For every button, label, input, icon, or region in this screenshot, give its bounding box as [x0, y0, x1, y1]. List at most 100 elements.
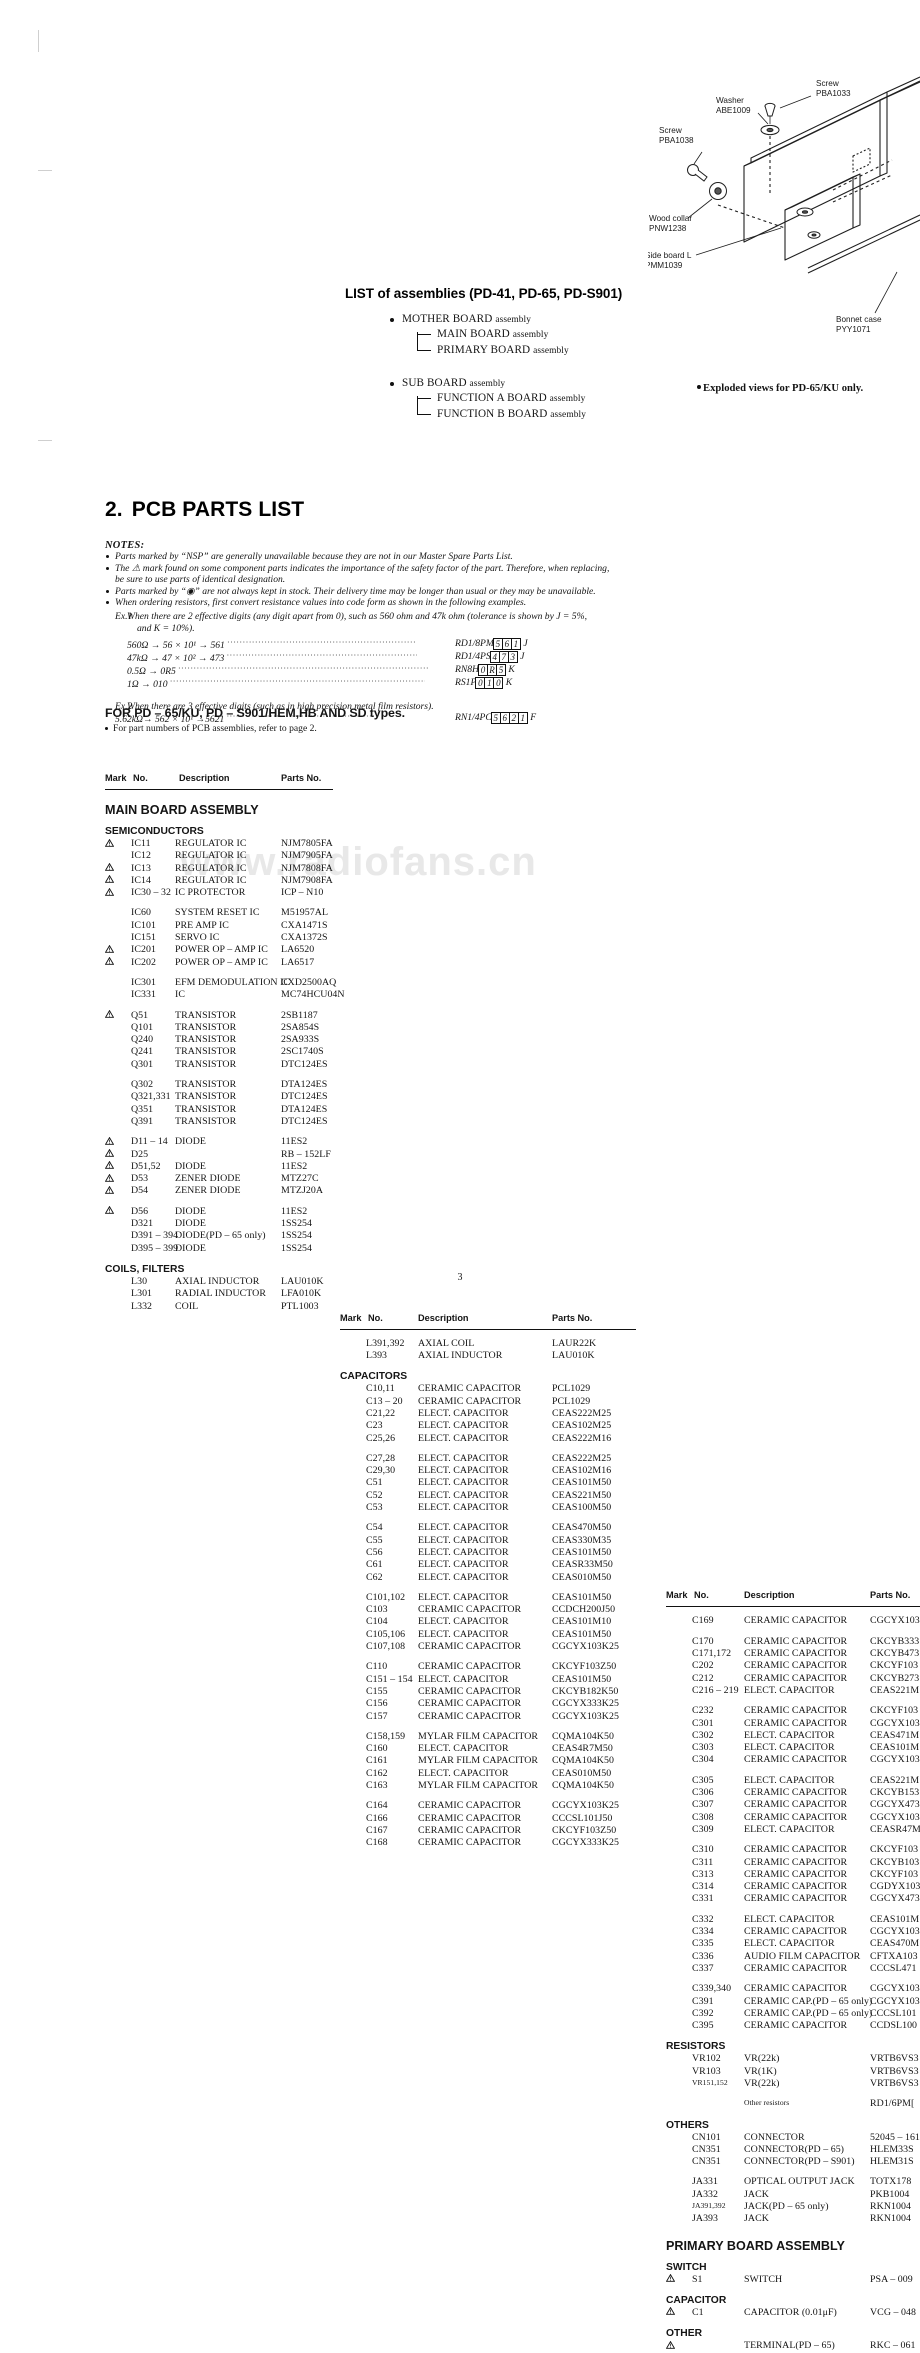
- table-row[interactable]: C303 ELECT. CAPACITOR CEAS101M: [666, 1742, 920, 1754]
- table-row[interactable]: C105,106 ELECT. CAPACITOR CEAS101M50: [340, 1629, 652, 1641]
- table-row[interactable]: IC101 PRE AMP IC CXA1471S: [105, 920, 333, 932]
- table-row[interactable]: CN351 CONNECTOR(PD – S901) HLEM31S: [666, 2156, 920, 2168]
- table-row[interactable]: IC151 SERVO IC CXA1372S: [105, 932, 333, 944]
- table-row[interactable]: C310 CERAMIC CAPACITOR CKCYF103: [666, 1844, 920, 1856]
- table-row[interactable]: D395 – 399 DIODE 1SS254: [105, 1243, 333, 1255]
- table-row[interactable]: C305 ELECT. CAPACITOR CEAS221M: [666, 1775, 920, 1787]
- table-row[interactable]: CN351 CONNECTOR(PD – 65) HLEM33S: [666, 2144, 920, 2156]
- table-row[interactable]: C335 ELECT. CAPACITOR CEAS470M: [666, 1938, 920, 1950]
- table-row[interactable]: VR102 VR(22k) VRTB6VS3: [666, 2053, 920, 2065]
- table-row[interactable]: L393 AXIAL INDUCTOR LAU010K: [340, 1350, 652, 1362]
- table-row[interactable]: C101,102 ELECT. CAPACITOR CEAS101M50: [340, 1592, 652, 1604]
- table-row[interactable]: Q391 TRANSISTOR DTC124ES: [105, 1116, 333, 1128]
- table-row[interactable]: C103 CERAMIC CAPACITOR CCDCH200J50: [340, 1604, 652, 1616]
- table-row[interactable]: Q321,331 TRANSISTOR DTC124ES: [105, 1091, 333, 1103]
- table-row[interactable]: C61 ELECT. CAPACITOR CEASR33M50: [340, 1559, 652, 1571]
- table-row[interactable]: CN101 CONNECTOR 52045 – 161: [666, 2132, 920, 2144]
- table-row[interactable]: IC30 – 32 IC PROTECTOR ICP – N10: [105, 887, 333, 899]
- table-row[interactable]: Q301 TRANSISTOR DTC124ES: [105, 1059, 333, 1071]
- table-row[interactable]: IC331 IC MC74HCU04N: [105, 989, 345, 1001]
- table-row[interactable]: C334 CERAMIC CAPACITOR CGCYX103: [666, 1926, 920, 1938]
- table-row[interactable]: S1 SWITCH PSA – 009: [666, 2274, 920, 2286]
- table-row[interactable]: C304 CERAMIC CAPACITOR CGCYX103: [666, 1754, 920, 1766]
- table-row[interactable]: C151 – 154 ELECT. CAPACITOR CEAS101M50: [340, 1674, 652, 1686]
- table-row[interactable]: C336 AUDIO FILM CAPACITOR CFTXA103: [666, 1951, 920, 1963]
- table-row[interactable]: C157 CERAMIC CAPACITOR CGCYX103K25: [340, 1711, 652, 1723]
- table-row[interactable]: L30 AXIAL INDUCTOR LAU010K: [105, 1276, 333, 1288]
- table-row[interactable]: C339,340 CERAMIC CAPACITOR CGCYX103: [666, 1983, 920, 1995]
- table-row[interactable]: JA332 JACK PKB1004: [666, 2189, 920, 2201]
- table-row[interactable]: C302 ELECT. CAPACITOR CEAS471M: [666, 1730, 920, 1742]
- table-row[interactable]: VR103 VR(1K) VRTB6VS3: [666, 2066, 920, 2078]
- table-row[interactable]: C10,11 CERAMIC CAPACITOR PCL1029: [340, 1383, 652, 1395]
- table-row[interactable]: IC13 REGULATOR IC NJM7808FA: [105, 863, 333, 875]
- table-row[interactable]: IC301 EFM DEMODULATION IC CXD2500AQ: [105, 977, 336, 989]
- table-row[interactable]: IC202 POWER OP – AMP IC LA6517: [105, 957, 333, 969]
- table-row[interactable]: C160 ELECT. CAPACITOR CEAS4R7M50: [340, 1743, 652, 1755]
- table-row[interactable]: C163 MYLAR FILM CAPACITOR CQMA104K50: [340, 1780, 652, 1792]
- table-row[interactable]: C53 ELECT. CAPACITOR CEAS100M50: [340, 1502, 652, 1514]
- table-row[interactable]: L391,392 AXIAL COIL LAUR22K: [340, 1338, 652, 1350]
- table-row[interactable]: Q240 TRANSISTOR 2SA933S: [105, 1034, 333, 1046]
- table-row[interactable]: C391 CERAMIC CAP.(PD – 65 only) CGCYX103: [666, 1996, 920, 2008]
- table-row[interactable]: JA331 OPTICAL OUTPUT JACK TOTX178: [666, 2176, 920, 2188]
- table-row[interactable]: C337 CERAMIC CAPACITOR CCCSL471: [666, 1963, 920, 1975]
- table-row[interactable]: C161 MYLAR FILM CAPACITOR CQMA104K50: [340, 1755, 652, 1767]
- table-row[interactable]: C25,26 ELECT. CAPACITOR CEAS222M16: [340, 1433, 652, 1445]
- table-row[interactable]: C216 – 219 ELECT. CAPACITOR CEAS221M: [666, 1685, 920, 1697]
- table-row[interactable]: C29,30 ELECT. CAPACITOR CEAS102M16: [340, 1465, 652, 1477]
- table-row[interactable]: C162 ELECT. CAPACITOR CEAS010M50: [340, 1768, 652, 1780]
- table-row[interactable]: C332 ELECT. CAPACITOR CEAS101M: [666, 1914, 920, 1926]
- table-row[interactable]: C51 ELECT. CAPACITOR CEAS101M50: [340, 1477, 652, 1489]
- table-row[interactable]: C170 CERAMIC CAPACITOR CKCYB333: [666, 1636, 920, 1648]
- table-row[interactable]: Other resistors RD1/6PM[: [666, 2098, 920, 2110]
- table-row[interactable]: IC11 REGULATOR IC NJM7805FA: [105, 838, 333, 850]
- table-row[interactable]: C156 CERAMIC CAPACITOR CGCYX333K25: [340, 1698, 652, 1710]
- table-row[interactable]: Q101 TRANSISTOR 2SA854S: [105, 1022, 333, 1034]
- table-row[interactable]: C27,28 ELECT. CAPACITOR CEAS222M25: [340, 1453, 652, 1465]
- table-row[interactable]: C311 CERAMIC CAPACITOR CKCYB103: [666, 1857, 920, 1869]
- table-row[interactable]: JA393 JACK RKN1004: [666, 2213, 920, 2225]
- table-row[interactable]: C168 CERAMIC CAPACITOR CGCYX333K25: [340, 1837, 652, 1849]
- table-row[interactable]: C392 CERAMIC CAP.(PD – 65 only) CCCSL101: [666, 2008, 920, 2020]
- table-row[interactable]: C212 CERAMIC CAPACITOR CKCYB273: [666, 1673, 920, 1685]
- table-row[interactable]: TERMINAL(PD – 65) RKC – 061: [666, 2340, 920, 2352]
- table-row[interactable]: C314 CERAMIC CAPACITOR CGDYX103: [666, 1881, 920, 1893]
- table-row[interactable]: C307 CERAMIC CAPACITOR CGCYX473: [666, 1799, 920, 1811]
- table-row[interactable]: C395 CERAMIC CAPACITOR CCDSL100: [666, 2020, 920, 2032]
- table-row[interactable]: D391 – 394 DIODE(PD – 65 only) 1SS254: [105, 1230, 333, 1242]
- table-row[interactable]: C55 ELECT. CAPACITOR CEAS330M35: [340, 1535, 652, 1547]
- table-row[interactable]: C62 ELECT. CAPACITOR CEAS010M50: [340, 1572, 652, 1584]
- table-row[interactable]: C104 ELECT. CAPACITOR CEAS101M10: [340, 1616, 652, 1628]
- table-row[interactable]: C313 CERAMIC CAPACITOR CKCYF103: [666, 1869, 920, 1881]
- table-row[interactable]: C107,108 CERAMIC CAPACITOR CGCYX103K25: [340, 1641, 652, 1653]
- table-row[interactable]: L332 COIL PTL1003: [105, 1301, 333, 1313]
- table-row[interactable]: C158,159 MYLAR FILM CAPACITOR CQMA104K50: [340, 1731, 652, 1743]
- table-row[interactable]: C110 CERAMIC CAPACITOR CKCYF103Z50: [340, 1661, 652, 1673]
- table-row[interactable]: C52 ELECT. CAPACITOR CEAS221M50: [340, 1490, 652, 1502]
- table-row[interactable]: C21,22 ELECT. CAPACITOR CEAS222M25: [340, 1408, 652, 1420]
- table-row[interactable]: D321 DIODE 1SS254: [105, 1218, 333, 1230]
- table-row[interactable]: IC14 REGULATOR IC NJM7908FA: [105, 875, 333, 887]
- table-row[interactable]: IC201 POWER OP – AMP IC LA6520: [105, 944, 333, 956]
- table-row[interactable]: D56 DIODE 11ES2: [105, 1206, 333, 1218]
- table-row[interactable]: C166 CERAMIC CAPACITOR CCCSL101J50: [340, 1813, 652, 1825]
- table-row[interactable]: C164 CERAMIC CAPACITOR CGCYX103K25: [340, 1800, 652, 1812]
- table-row[interactable]: D54 ZENER DIODE MTZJ20A: [105, 1185, 333, 1197]
- table-row[interactable]: Q51 TRANSISTOR 2SB1187: [105, 1010, 333, 1022]
- table-row[interactable]: C309 ELECT. CAPACITOR CEASR47M: [666, 1824, 920, 1836]
- table-row[interactable]: D53 ZENER DIODE MTZ27C: [105, 1173, 333, 1185]
- table-row[interactable]: D11 – 14 DIODE 11ES2: [105, 1136, 333, 1148]
- table-row[interactable]: C306 CERAMIC CAPACITOR CKCYB153: [666, 1787, 920, 1799]
- table-row[interactable]: C202 CERAMIC CAPACITOR CKCYF103: [666, 1660, 920, 1672]
- table-row[interactable]: C155 CERAMIC CAPACITOR CKCYB182K50: [340, 1686, 652, 1698]
- table-row[interactable]: D51,52 DIODE 11ES2: [105, 1161, 333, 1173]
- table-row[interactable]: D25 RB – 152LF: [105, 1149, 333, 1161]
- table-row[interactable]: Q351 TRANSISTOR DTA124ES: [105, 1104, 333, 1116]
- table-row[interactable]: C13 – 20 CERAMIC CAPACITOR PCL1029: [340, 1396, 652, 1408]
- table-row[interactable]: C301 CERAMIC CAPACITOR CGCYX103: [666, 1718, 920, 1730]
- table-row[interactable]: C167 CERAMIC CAPACITOR CKCYF103Z50: [340, 1825, 652, 1837]
- table-row[interactable]: C1 CAPACITOR (0.01μF) VCG – 048: [666, 2307, 920, 2319]
- table-row[interactable]: L301 RADIAL INDUCTOR LFA010K: [105, 1288, 333, 1300]
- table-row[interactable]: Q241 TRANSISTOR 2SC1740S: [105, 1046, 333, 1058]
